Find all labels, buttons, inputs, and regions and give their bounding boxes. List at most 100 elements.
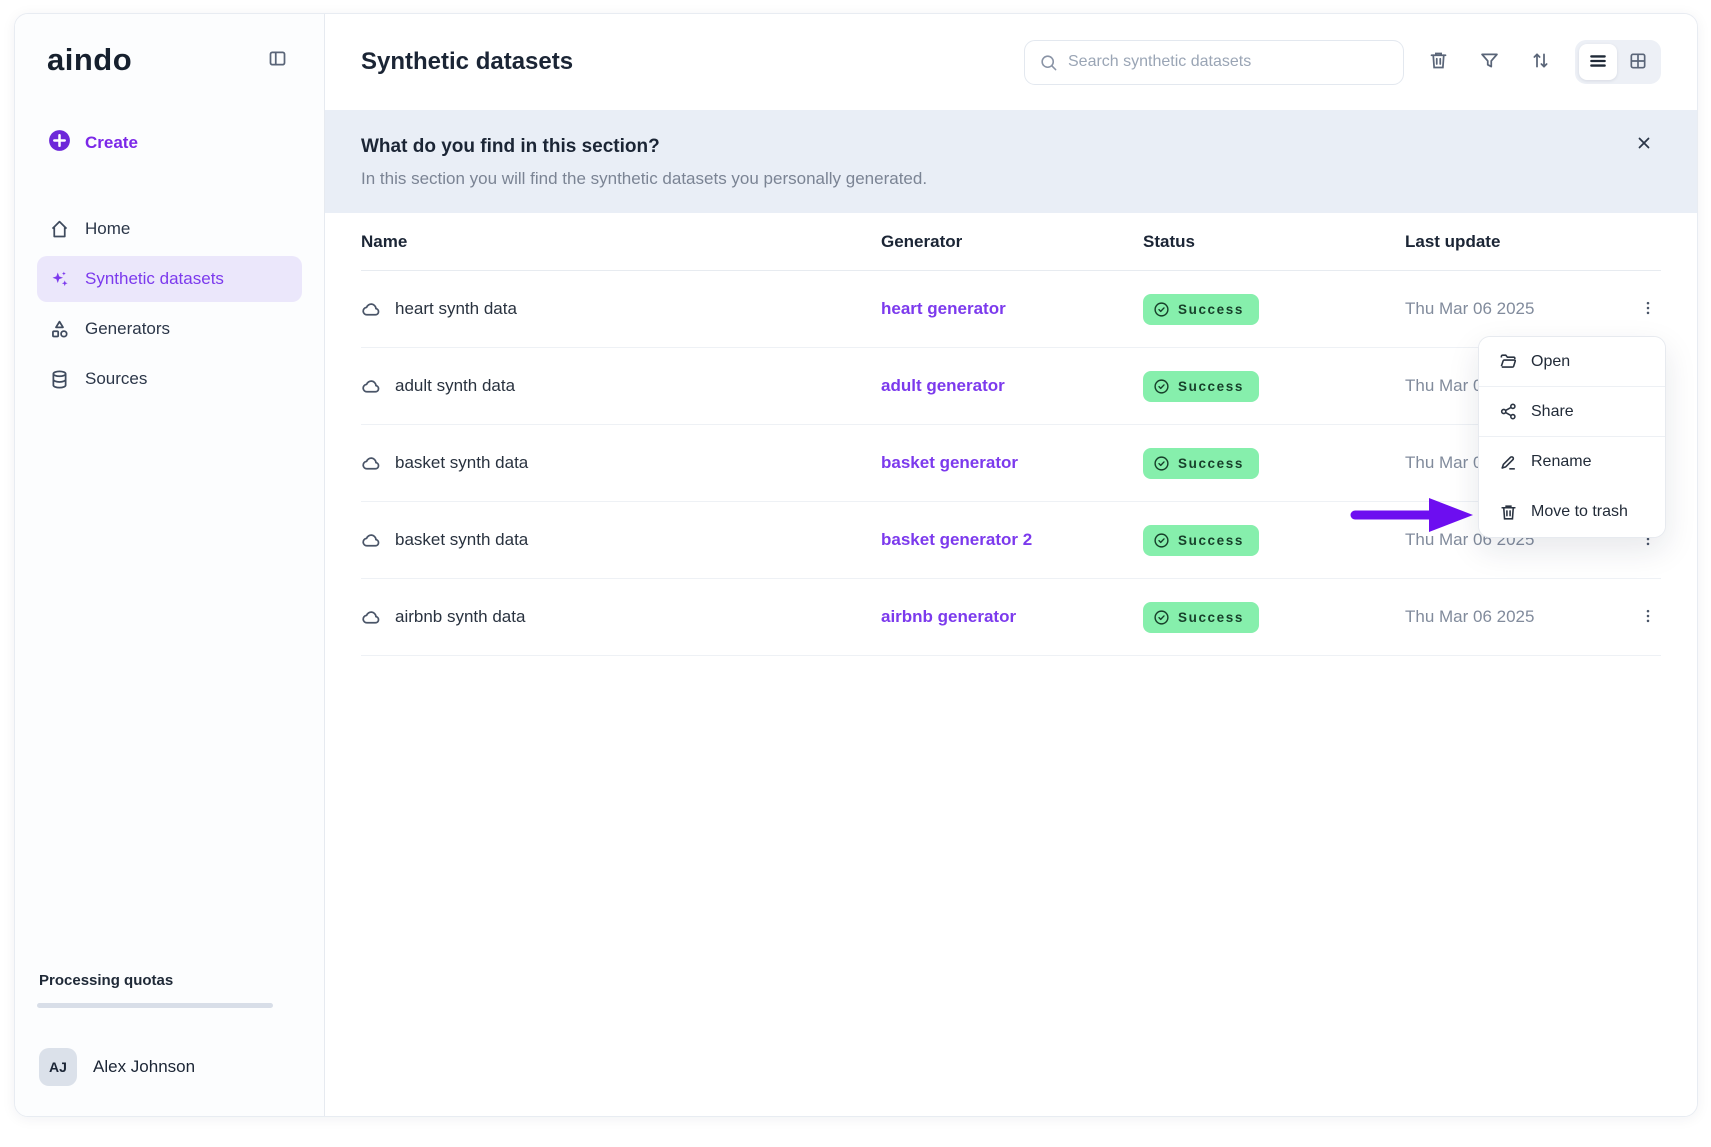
generator-link[interactable]: airbnb generator <box>881 607 1143 627</box>
status-badge: Success <box>1143 448 1259 479</box>
share-icon <box>1499 402 1518 421</box>
status-label: Success <box>1178 610 1244 625</box>
list-view-icon <box>1588 51 1608 74</box>
menu-item-move-to-trash[interactable]: Move to trash <box>1479 487 1665 537</box>
sort-icon <box>1530 50 1551 74</box>
dataset-name: basket synth data <box>395 453 528 473</box>
menu-item-label: Rename <box>1531 453 1591 471</box>
trash-icon <box>1428 50 1449 74</box>
menu-item-label: Share <box>1531 403 1574 421</box>
search-icon <box>1039 53 1058 72</box>
banner-title: What do you find in this section? <box>361 136 1661 158</box>
brand-logo: aindo <box>47 42 132 78</box>
last-update: Thu Mar 06 2025 <box>1405 607 1621 627</box>
sort-button[interactable] <box>1524 44 1557 80</box>
dataset-name: basket synth data <box>395 530 528 550</box>
sidebar-item-label: Synthetic datasets <box>85 269 224 289</box>
trash-toolbar-button[interactable] <box>1422 44 1455 80</box>
trash-icon <box>1499 503 1518 522</box>
menu-item-open[interactable]: Open <box>1479 337 1665 387</box>
sidebar-item-home[interactable]: Home <box>37 206 302 252</box>
cloud-icon <box>361 453 382 474</box>
avatar: AJ <box>39 1048 77 1086</box>
page-header: Synthetic datasets <box>325 14 1697 110</box>
generator-link[interactable]: basket generator 2 <box>881 530 1143 550</box>
home-icon <box>49 219 70 240</box>
folder-open-icon <box>1499 352 1518 371</box>
row-context-menu: Open Share Rename Move to trash <box>1478 336 1666 538</box>
create-button[interactable]: Create <box>37 122 302 164</box>
row-menu-button[interactable] <box>1635 295 1661 324</box>
table-row[interactable]: adult synth data adult generator Success… <box>361 348 1661 425</box>
user-profile[interactable]: AJ Alex Johnson <box>37 1048 302 1086</box>
row-menu-button[interactable] <box>1635 603 1661 632</box>
dataset-name: airbnb synth data <box>395 607 525 627</box>
pen-icon <box>1499 453 1518 472</box>
menu-item-label: Move to trash <box>1531 503 1628 521</box>
page-title: Synthetic datasets <box>361 48 573 76</box>
plus-circle-icon <box>47 128 72 158</box>
status-label: Success <box>1178 456 1244 471</box>
column-header-last-update: Last update <box>1405 232 1621 252</box>
check-circle-icon <box>1153 455 1170 472</box>
sparkles-icon <box>49 269 70 290</box>
cloud-icon <box>361 376 382 397</box>
dataset-name: heart synth data <box>395 299 517 319</box>
sidebar-item-synthetic-datasets[interactable]: Synthetic datasets <box>37 256 302 302</box>
user-name: Alex Johnson <box>93 1057 195 1077</box>
table-header: Name Generator Status Last update <box>361 213 1661 271</box>
status-label: Success <box>1178 379 1244 394</box>
annotation-arrow <box>1349 496 1477 539</box>
menu-item-label: Open <box>1531 353 1570 371</box>
processing-quotas-bar <box>37 1003 273 1008</box>
sidebar: aindo Create Home <box>15 14 325 1116</box>
column-header-name: Name <box>361 232 881 252</box>
processing-quotas-label: Processing quotas <box>37 972 302 989</box>
menu-item-share[interactable]: Share <box>1479 387 1665 437</box>
status-badge: Success <box>1143 371 1259 402</box>
dataset-name: adult synth data <box>395 376 515 396</box>
main-area: Synthetic datasets <box>325 14 1697 1116</box>
menu-item-rename[interactable]: Rename <box>1479 437 1665 487</box>
generator-link[interactable]: heart generator <box>881 299 1143 319</box>
search-input[interactable] <box>1068 53 1389 71</box>
view-toggle <box>1575 40 1661 84</box>
status-badge: Success <box>1143 294 1259 325</box>
check-circle-icon <box>1153 378 1170 395</box>
info-banner: What do you find in this section? In thi… <box>325 110 1697 213</box>
search-box <box>1024 40 1404 85</box>
cloud-icon <box>361 530 382 551</box>
table-row[interactable]: basket synth data basket generator Succe… <box>361 425 1661 502</box>
sidebar-item-generators[interactable]: Generators <box>37 306 302 352</box>
panel-toggle-icon <box>267 48 288 72</box>
sidebar-collapse-button[interactable] <box>261 42 294 78</box>
database-icon <box>49 369 70 390</box>
generator-link[interactable]: adult generator <box>881 376 1143 396</box>
status-badge: Success <box>1143 525 1259 556</box>
check-circle-icon <box>1153 532 1170 549</box>
column-header-status: Status <box>1143 232 1405 252</box>
generator-link[interactable]: basket generator <box>881 453 1143 473</box>
list-view-button[interactable] <box>1579 44 1617 80</box>
sidebar-item-label: Sources <box>85 369 147 389</box>
banner-close-button[interactable] <box>1631 130 1657 159</box>
shapes-icon <box>49 319 70 340</box>
sidebar-item-label: Home <box>85 219 130 239</box>
kebab-icon <box>1639 305 1657 320</box>
check-circle-icon <box>1153 609 1170 626</box>
table-row[interactable]: airbnb synth data airbnb generator Succe… <box>361 579 1661 656</box>
cloud-icon <box>361 607 382 628</box>
kebab-icon <box>1639 613 1657 628</box>
grid-view-icon <box>1628 51 1648 74</box>
sidebar-nav: Home Synthetic datasets Generators Sourc… <box>37 206 302 402</box>
grid-view-button[interactable] <box>1619 44 1657 80</box>
status-label: Success <box>1178 302 1244 317</box>
status-badge: Success <box>1143 602 1259 633</box>
filter-icon <box>1479 50 1500 74</box>
table-row[interactable]: heart synth data heart generator Success… <box>361 271 1661 348</box>
app-window: aindo Create Home <box>14 13 1698 1117</box>
sidebar-item-sources[interactable]: Sources <box>37 356 302 402</box>
close-icon <box>1635 140 1653 155</box>
last-update: Thu Mar 06 2025 <box>1405 299 1621 319</box>
filter-button[interactable] <box>1473 44 1506 80</box>
